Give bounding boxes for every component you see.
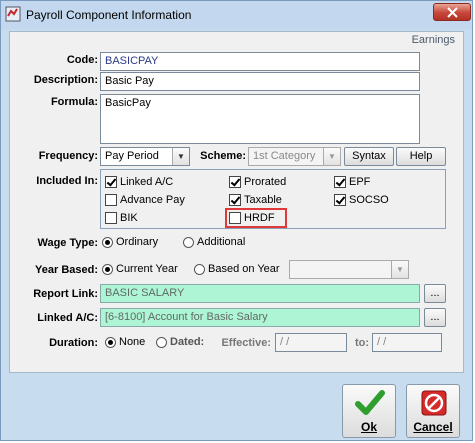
formula-label: Formula: [50,96,98,108]
description-label: Description: [33,74,98,86]
prorated-checkbox-label: Prorated [244,176,287,189]
year-based-on-label: Based on Year [208,263,280,276]
close-icon [447,7,458,18]
duration-none-radio[interactable]: None [105,336,145,350]
socso-checkbox-label: SOCSO [349,194,389,207]
included-in-group: Linked A/C Prorated EPF Advance Pay Taxa… [100,169,446,229]
wage-ordinary-label: Ordinary [116,236,159,249]
linked-ac-browse-button[interactable]: ... [424,308,446,327]
included-in-label: Included In: [36,175,98,187]
frequency-value: Pay Period [105,150,159,162]
duration-dated-radio[interactable]: Dated: [156,336,204,350]
to-label: to: [354,337,369,349]
window-title: Payroll Component Information [26,8,192,22]
title-bar: Payroll Component Information [1,1,472,29]
duration-dated-label: Dated: [170,336,205,349]
taxable-checkbox[interactable]: Taxable [229,194,282,208]
description-field[interactable]: Basic Pay [100,72,420,91]
radio-dot [102,236,113,248]
linked-ac-label: Linked A/C: [37,312,98,324]
help-button[interactable]: Help [396,147,446,166]
report-link-browse-button[interactable]: ... [424,284,446,303]
frequency-select[interactable]: Pay Period ▼ [100,147,190,166]
window-close-button[interactable] [433,3,471,21]
advance-pay-checkbox[interactable]: Advance Pay [105,194,185,208]
report-link-label: Report Link: [33,288,98,300]
app-icon [5,6,21,22]
duration-label: Duration: [49,337,98,349]
code-label: Code: [66,54,98,66]
wage-ordinary-radio[interactable]: Ordinary [102,236,158,250]
button-bar: Ok Cancel [4,381,469,439]
category-label: Earnings [411,34,455,46]
radio-dot [194,263,205,275]
checkbox-box [334,176,346,189]
epf-checkbox[interactable]: EPF [334,176,370,190]
ok-button-label: Ok [360,420,377,434]
year-based-on-radio[interactable]: Based on Year [194,263,280,277]
epf-checkbox-label: EPF [349,176,371,189]
hrdf-highlight-box [225,208,287,228]
radio-dot [105,336,116,348]
bik-checkbox[interactable]: BIK [105,212,138,226]
bik-checkbox-label: BIK [120,212,138,225]
chevron-down-icon: ▼ [391,261,408,278]
radio-dot [156,336,167,348]
checkbox-box [105,176,117,189]
payroll-component-window: Payroll Component Information Earnings C… [0,0,473,441]
checkbox-box [229,176,241,189]
syntax-button[interactable]: Syntax [344,147,394,166]
chevron-down-icon: ▼ [323,148,340,165]
checkbox-box [229,194,241,207]
socso-checkbox[interactable]: SOCSO [334,194,389,208]
checkbox-box [105,212,117,225]
year-select: ▼ [289,260,409,279]
ok-button[interactable]: Ok [342,384,396,438]
cancel-button-label: Cancel [413,420,453,434]
scheme-label: Scheme: [200,150,246,162]
cancel-button[interactable]: Cancel [406,384,460,438]
radio-dot [183,236,194,248]
duration-none-label: None [119,336,146,349]
code-field[interactable]: BASICPAY [100,52,420,71]
effective-date-field: / / [275,333,347,352]
checkmark-icon [355,390,385,415]
taxable-checkbox-label: Taxable [244,194,282,207]
year-current-radio[interactable]: Current Year [102,263,178,277]
to-date-field: / / [372,333,442,352]
wage-type-label: Wage Type: [37,237,98,249]
prorated-checkbox[interactable]: Prorated [229,176,286,190]
year-based-label: Year Based: [35,264,98,276]
wage-additional-label: Additional [197,236,246,249]
radio-dot [102,263,113,275]
year-current-label: Current Year [116,263,178,276]
scheme-select: 1st Category ▼ [248,147,341,166]
frequency-label: Frequency: [38,150,98,162]
advance-pay-checkbox-label: Advance Pay [120,194,185,207]
checkbox-box [334,194,346,207]
chevron-down-icon: ▼ [172,148,189,165]
wage-additional-radio[interactable]: Additional [183,236,245,250]
form-panel: Earnings Code: BASICPAY Description: Bas… [9,31,464,373]
linked-ac-field[interactable]: [6-8100] Account for Basic Salary [100,308,420,327]
cancel-icon [421,390,447,416]
linked-ac-checkbox[interactable]: Linked A/C [105,176,173,190]
scheme-value: 1st Category [253,150,316,162]
linked-ac-checkbox-label: Linked A/C [120,176,174,189]
formula-field[interactable]: BasicPay [100,94,420,144]
checkbox-box [105,194,117,207]
effective-label: Effective: [221,337,271,349]
report-link-field[interactable]: BASIC SALARY [100,284,420,303]
